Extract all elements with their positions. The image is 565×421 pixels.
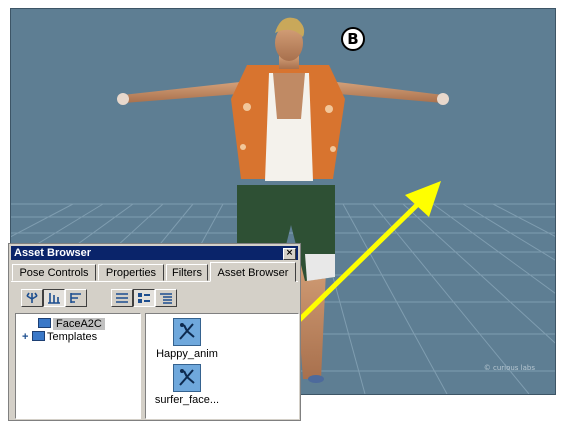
tab-properties[interactable]: Properties	[98, 264, 164, 281]
thumbnail-view-icon	[138, 293, 150, 303]
animation-figure-icon	[173, 318, 201, 346]
hierarchy-view-icon	[70, 293, 81, 303]
tree-view-icon	[26, 292, 38, 303]
thumbnail-view-button[interactable]	[133, 289, 155, 307]
list-view-icon	[116, 293, 128, 303]
columns-view-icon	[48, 293, 60, 304]
tree-item-label: Templates	[47, 331, 98, 343]
viewport-watermark: © curious labs	[483, 364, 535, 372]
details-view-icon	[160, 293, 172, 304]
callout-b: B	[341, 27, 365, 51]
tab-label: Asset Browser	[217, 267, 289, 279]
tree-item-label: FaceA2C	[53, 318, 105, 330]
asset-item[interactable]: Happy_anim	[142, 318, 232, 360]
asset-label: Happy_anim	[156, 348, 218, 360]
asset-item[interactable]: surfer_face...	[142, 364, 232, 406]
asset-browser-window[interactable]: Asset Browser × Pose Controls Properties…	[8, 243, 301, 421]
asset-label: surfer_face...	[154, 394, 220, 406]
folder-icon	[38, 318, 51, 329]
tab-label: Properties	[105, 267, 157, 279]
expand-icon[interactable]: +	[22, 331, 32, 344]
tab-label: Pose Controls	[19, 267, 89, 279]
animation-figure-icon	[173, 364, 201, 392]
columns-view-button[interactable]	[43, 289, 65, 307]
folder-icon	[32, 331, 45, 342]
tab-asset-browser[interactable]: Asset Browser	[210, 262, 296, 282]
close-button[interactable]: ×	[283, 248, 296, 260]
tree-view-button[interactable]	[21, 289, 43, 307]
tab-filters[interactable]: Filters	[166, 264, 208, 281]
details-view-button[interactable]	[155, 289, 177, 307]
tree-item-facea2c[interactable]: FaceA2C	[38, 318, 105, 331]
asset-grid[interactable]: Happy_anim surfer_face...	[145, 313, 299, 419]
tab-label: Filters	[172, 267, 202, 279]
tab-pose-controls[interactable]: Pose Controls	[12, 264, 96, 281]
folder-tree[interactable]: FaceA2C + Templates	[15, 313, 141, 419]
hierarchy-view-button[interactable]	[65, 289, 87, 307]
window-title: Asset Browser	[14, 247, 92, 259]
tree-item-templates[interactable]: + Templates	[22, 331, 97, 344]
window-titlebar[interactable]: Asset Browser ×	[11, 246, 298, 260]
list-view-button[interactable]	[111, 289, 133, 307]
